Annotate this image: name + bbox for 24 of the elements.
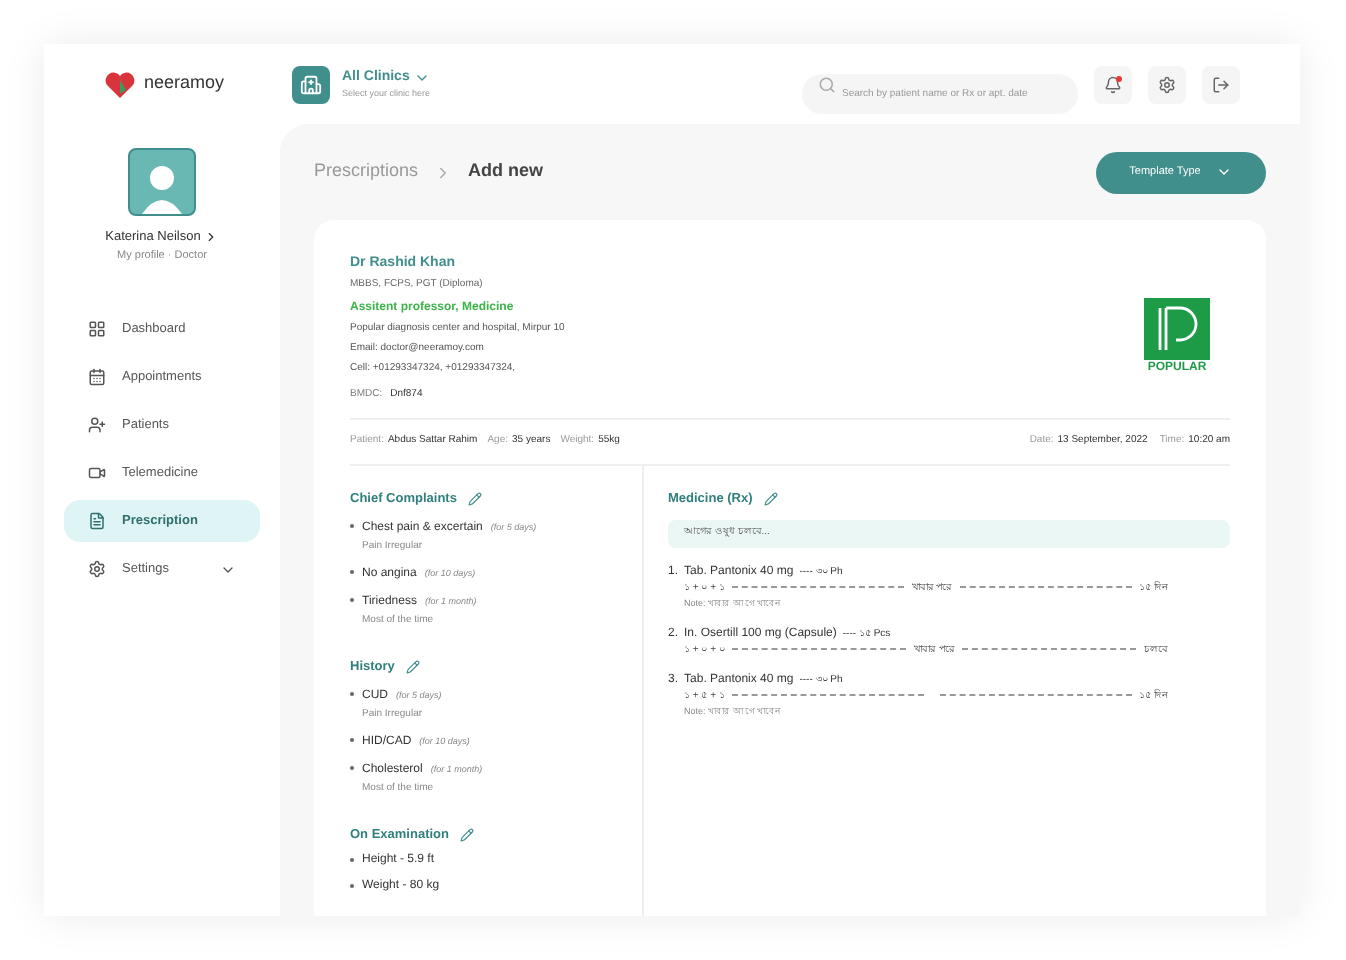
- user-plus-icon: [88, 416, 106, 434]
- notification-button[interactable]: [1094, 65, 1132, 103]
- brand-name: neeramoy: [144, 70, 225, 97]
- grid-icon: [88, 320, 106, 338]
- chevron-icon: [204, 230, 219, 245]
- settings-icon: [1158, 75, 1176, 93]
- document-icon: [88, 512, 106, 530]
- search-icon: [818, 75, 836, 93]
- edit-icon[interactable]: [406, 660, 421, 675]
- settings-button[interactable]: [1148, 65, 1186, 103]
- video-icon: [88, 464, 106, 482]
- logout-icon: [1212, 75, 1230, 93]
- calendar-icon: [88, 368, 106, 386]
- page-title: Add new: [468, 158, 544, 185]
- edit-icon[interactable]: [468, 492, 483, 507]
- clinic-icon: [300, 73, 322, 95]
- hospital-logo-icon: [1144, 298, 1210, 360]
- settings-icon: [88, 560, 106, 578]
- heart-logo-icon: [104, 71, 136, 97]
- logout-button[interactable]: [1202, 65, 1240, 103]
- chevron-icon: [1216, 164, 1233, 180]
- edit-icon[interactable]: [764, 492, 779, 507]
- edit-icon[interactable]: [460, 827, 475, 842]
- bell-icon: [1104, 75, 1122, 93]
